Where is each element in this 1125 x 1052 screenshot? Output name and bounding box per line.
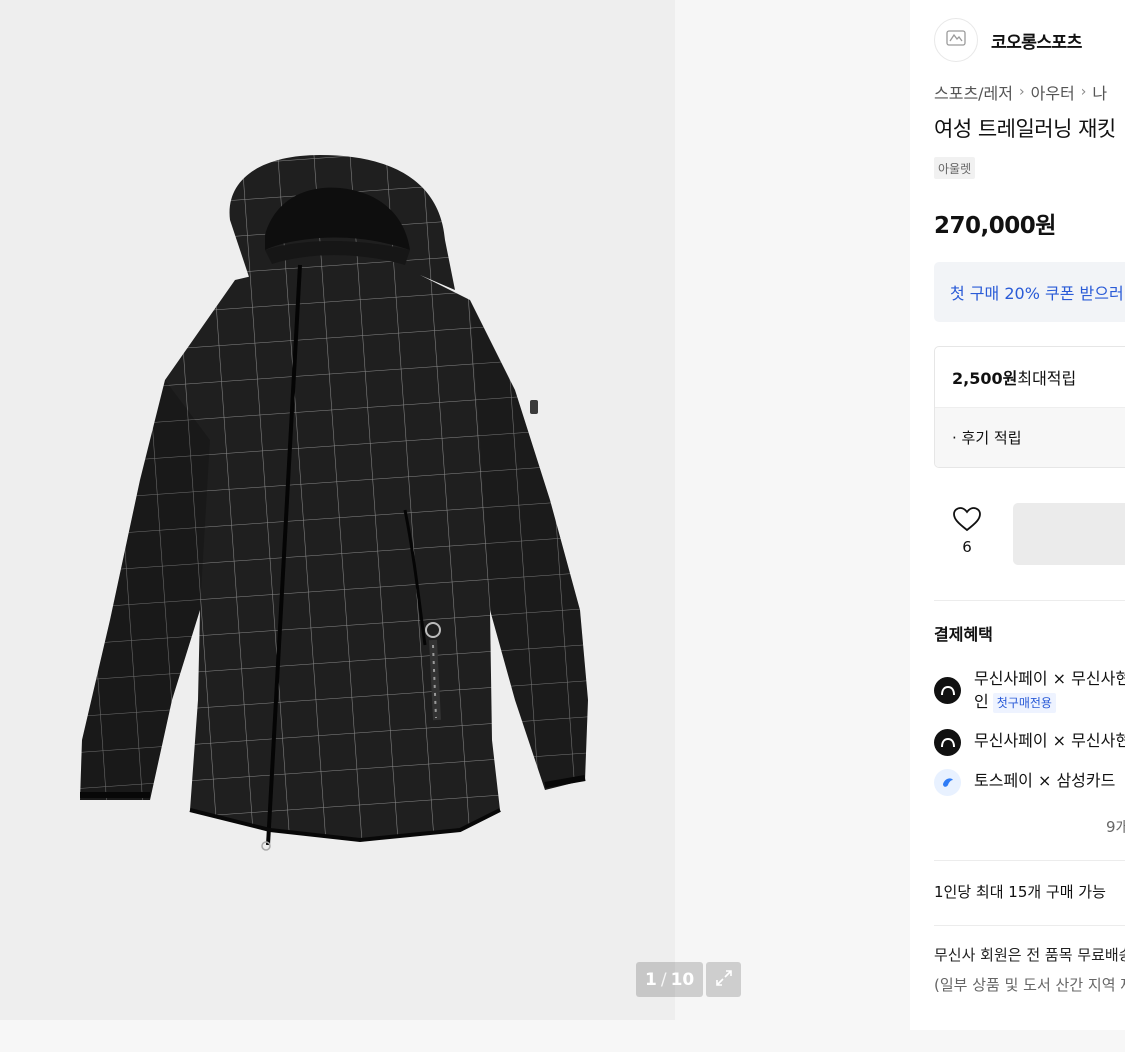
image-counter: 1 / 10 [636, 962, 704, 997]
benefit-item[interactable]: 무신사페이 × 무신사현대카드 [934, 729, 1125, 756]
benefit-item[interactable]: 무신사페이 × 무신사현대카드 인첫구매전용 [934, 667, 1125, 713]
chevron-right-icon: › [1080, 84, 1087, 100]
points-box: 2,500원 최대적립 · 후기 적립 [934, 346, 1125, 468]
heart-icon [952, 507, 982, 536]
musinsa-pay-icon [934, 729, 961, 756]
first-purchase-coupon-banner[interactable]: 첫 구매 20% 쿠폰 받으러 가기 [934, 262, 1125, 322]
product-page: 1 / 10 코오롱스포츠 스포츠/레저 › 아우터 › 나 여성 트레일러닝 … [0, 0, 1125, 1052]
toss-pay-icon [934, 769, 961, 796]
points-label: 최대적립 [1017, 369, 1077, 388]
like-button[interactable]: 6 [950, 506, 984, 556]
expand-icon [714, 968, 734, 992]
expand-image-button[interactable] [706, 962, 742, 997]
coupon-text: 첫 구매 20% 쿠폰 받으러 가기 [950, 284, 1125, 303]
image-counter-current: 1 [645, 969, 657, 990]
brand-logo-icon [945, 27, 967, 53]
musinsa-pay-icon [934, 677, 961, 704]
review-points-label: · 후기 적립 [952, 429, 1022, 447]
product-title: 여성 트레일러닝 재킷 [934, 117, 1116, 141]
brand-logo [934, 18, 978, 62]
benefit-line-2-text: 인 [974, 692, 989, 711]
gallery-controls: 1 / 10 [636, 962, 742, 997]
brand-name: 코오롱스포츠 [991, 32, 1082, 53]
like-count: 6 [962, 538, 972, 556]
max-points-row[interactable]: 2,500원 최대적립 [935, 347, 1125, 407]
shipping-note: (일부 상품 및 도서 산간 지역 제외) [934, 976, 1125, 994]
divider [934, 925, 1125, 926]
gallery-side-strip [675, 0, 760, 1020]
benefit-line-2: 인 첫구매전용 [974, 690, 1125, 713]
benefit-text: 무신사페이 × 무신사현대카드 인첫구매전용 [974, 667, 1125, 713]
breadcrumb: 스포츠/레저 › 아우터 › 나 [934, 80, 1107, 104]
benefit-line: 무신사페이 × 무신사현대카드 [974, 669, 1125, 688]
breadcrumb-item[interactable]: 스포츠/레저 [934, 80, 1013, 104]
benefit-item[interactable]: 토스페이 × 삼성카드 [934, 769, 1115, 796]
buy-button[interactable] [1013, 503, 1125, 565]
review-points-row: · 후기 적립 [935, 407, 1125, 467]
purchase-limit: 1인당 최대 15개 구매 가능 [934, 883, 1106, 901]
image-counter-separator: / [660, 969, 667, 990]
divider [934, 860, 1125, 861]
benefit-text: 토스페이 × 삼성카드 [974, 771, 1116, 790]
payment-benefits-title: 결제혜택 [934, 625, 993, 644]
product-image [60, 140, 620, 860]
image-gallery[interactable]: 1 / 10 [0, 0, 760, 1020]
shipping-info: 무신사 회원은 전 품목 무료배송 [934, 946, 1125, 964]
outlet-badge: 아울렛 [934, 157, 976, 179]
benefit-text: 무신사페이 × 무신사현대카드 [974, 731, 1125, 750]
breadcrumb-item[interactable]: 나 [1092, 80, 1107, 104]
breadcrumb-item[interactable]: 아우터 [1031, 80, 1075, 104]
more-benefits-link[interactable]: 9개 [1106, 816, 1125, 837]
image-counter-total: 10 [670, 969, 695, 990]
points-amount: 2,500원 [952, 369, 1018, 388]
brand-link[interactable]: 코오롱스포츠 [934, 18, 1082, 62]
product-info-panel: 코오롱스포츠 스포츠/레저 › 아우터 › 나 여성 트레일러닝 재킷 아울렛 … [910, 0, 1125, 1030]
divider [934, 600, 1125, 601]
first-purchase-badge: 첫구매전용 [992, 693, 1056, 713]
chevron-right-icon: › [1019, 84, 1025, 100]
product-price: 270,000원 [934, 213, 1056, 239]
